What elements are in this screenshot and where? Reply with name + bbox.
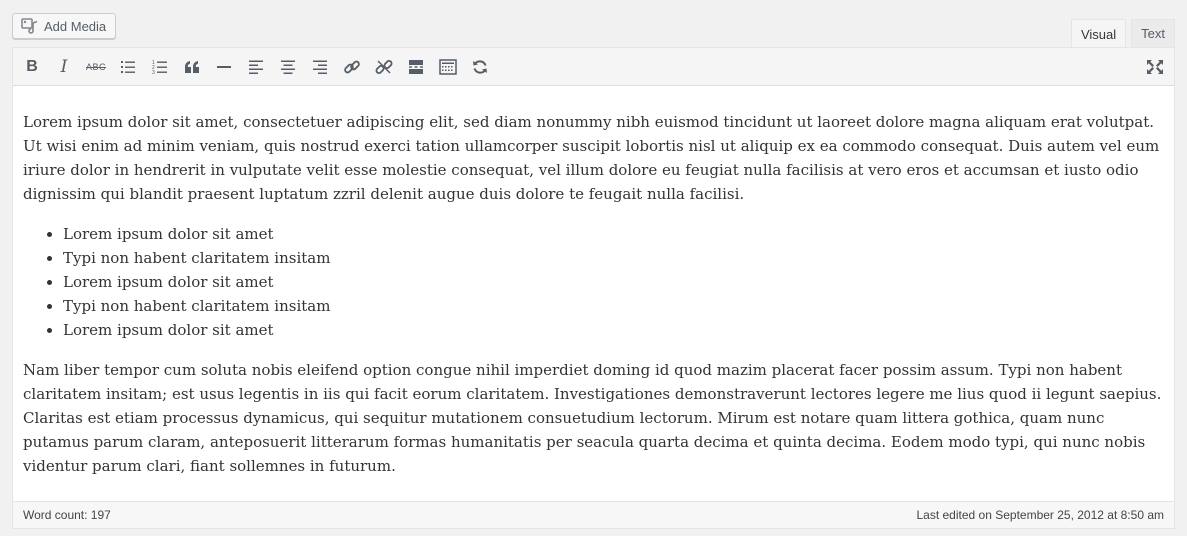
add-media-button[interactable]: Add Media <box>12 13 117 39</box>
tab-text[interactable]: Text <box>1131 19 1175 47</box>
list-item: Lorem ipsum dolor sit amet <box>63 222 1168 246</box>
keyboard-icon <box>439 59 457 75</box>
align-center-button[interactable] <box>275 54 301 80</box>
strikethrough-button[interactable]: ABC <box>83 54 109 80</box>
horizontal-line-button[interactable] <box>211 54 237 80</box>
list-item: Lorem ipsum dolor sit amet <box>63 318 1168 342</box>
blockquote-icon <box>184 60 200 74</box>
fullscreen-icon <box>1146 59 1164 75</box>
strikethrough-icon: ABC <box>85 62 106 72</box>
list-item: Typi non habent claritatem insitam <box>63 294 1168 318</box>
status-bar: Word count: 197 Last edited on September… <box>13 501 1174 528</box>
blockquote-button[interactable] <box>179 54 205 80</box>
svg-text:3: 3 <box>152 70 155 75</box>
insert-link-button[interactable] <box>339 54 365 80</box>
editor-content[interactable]: Lorem ipsum dolor sit amet, consectetuer… <box>23 110 1168 478</box>
tab-visual[interactable]: Visual <box>1070 19 1127 48</box>
horizontal-line-icon <box>216 59 232 75</box>
link-icon <box>343 58 361 76</box>
align-center-icon <box>280 59 296 75</box>
paragraph-1: Lorem ipsum dolor sit amet, consectetuer… <box>23 113 1160 203</box>
refresh-button[interactable] <box>467 54 493 80</box>
list-item: Lorem ipsum dolor sit amet <box>63 270 1168 294</box>
italic-button[interactable]: I <box>51 54 77 80</box>
bulleted-list-button[interactable] <box>115 54 141 80</box>
align-right-button[interactable] <box>307 54 333 80</box>
last-edited: Last edited on September 25, 2012 at 8:5… <box>916 508 1164 522</box>
list-item: Typi non habent claritatem insitam <box>63 246 1168 270</box>
toolbar-toggle-button[interactable] <box>435 54 461 80</box>
bold-icon: B <box>26 58 38 75</box>
fullscreen-button[interactable] <box>1142 54 1168 80</box>
editor-toolbar: B I ABC 1 2 3 <box>13 48 1174 86</box>
paragraph-2: Nam liber tempor cum soluta nobis eleife… <box>23 361 1162 475</box>
read-more-button[interactable] <box>403 54 429 80</box>
bulleted-list-icon <box>120 59 136 75</box>
editor-container: B I ABC 1 2 3 Lorem ipsum dolor sit amet… <box>12 47 1175 529</box>
read-more-icon <box>408 59 424 75</box>
remove-link-button[interactable] <box>371 54 397 80</box>
unlink-icon <box>375 58 393 76</box>
editor-tabs: Visual Text <box>1066 19 1175 48</box>
align-left-button[interactable] <box>243 54 269 80</box>
align-right-icon <box>312 59 328 75</box>
add-media-label: Add Media <box>44 18 107 34</box>
align-left-icon <box>248 59 264 75</box>
bold-button[interactable]: B <box>19 54 45 80</box>
word-count: Word count: 197 <box>23 508 111 522</box>
media-icon <box>21 18 38 34</box>
numbered-list-icon: 1 2 3 <box>152 59 168 75</box>
numbered-list-button[interactable]: 1 2 3 <box>147 54 173 80</box>
italic-icon: I <box>60 57 68 77</box>
bulleted-list: Lorem ipsum dolor sit amet Typi non habe… <box>23 222 1168 342</box>
refresh-icon <box>472 59 488 75</box>
